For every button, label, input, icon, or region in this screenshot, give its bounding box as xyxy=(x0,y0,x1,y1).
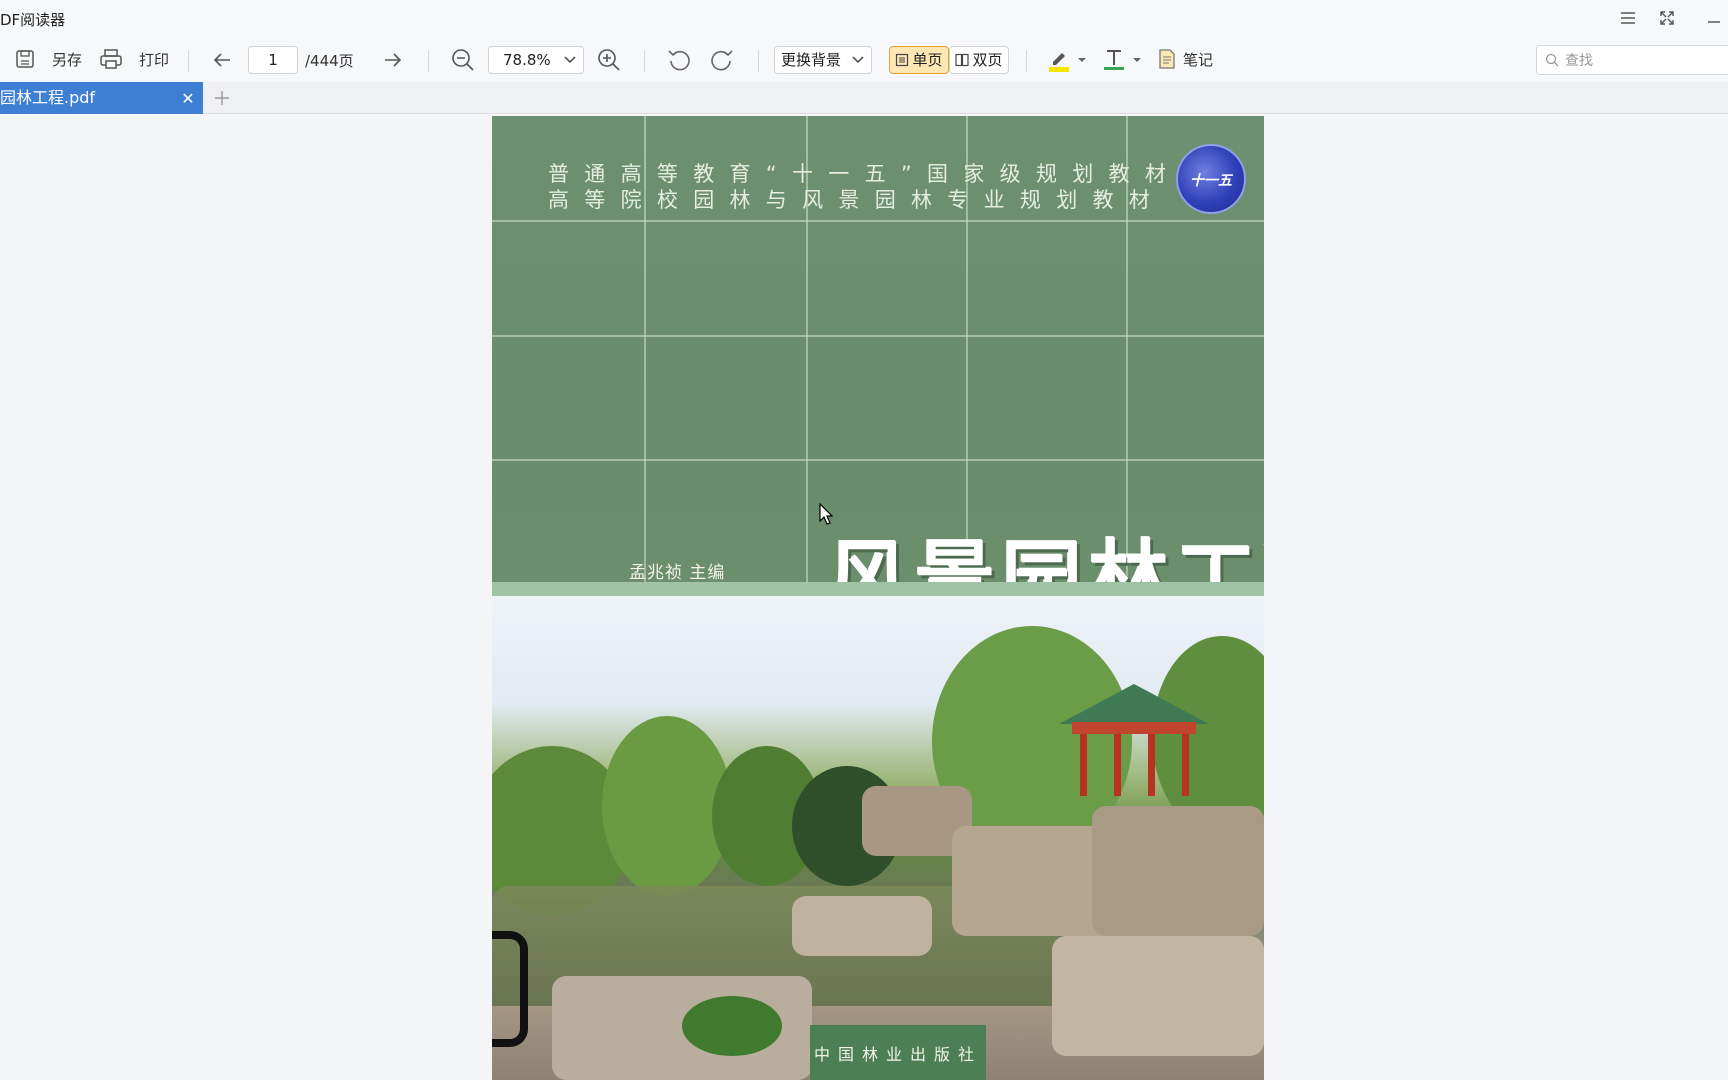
zoom-out-button[interactable] xyxy=(451,48,475,72)
search-input[interactable]: 查找 xyxy=(1536,45,1728,75)
highlighter-icon xyxy=(1047,47,1071,73)
rotate-right-icon xyxy=(710,48,734,72)
note-icon xyxy=(1157,48,1177,70)
author: 孟兆祯 主编 xyxy=(629,563,726,583)
zoom-out-icon xyxy=(451,48,475,72)
notes-button[interactable]: 笔记 xyxy=(1157,48,1213,70)
caret-down-icon[interactable] xyxy=(1132,56,1142,64)
tab-label: 园林工程.pdf xyxy=(0,88,96,107)
pavilion-band xyxy=(1072,722,1196,734)
notes-label: 笔记 xyxy=(1183,50,1214,69)
caret-down-icon[interactable] xyxy=(1077,56,1087,64)
title-bar: DF阅读器 xyxy=(0,0,1728,38)
menu-icon[interactable] xyxy=(1616,6,1640,30)
rock xyxy=(1092,806,1264,936)
save-icon xyxy=(14,48,36,70)
page-number-input[interactable]: 1 xyxy=(248,46,298,74)
double-page-button[interactable]: 双页 xyxy=(949,46,1009,74)
rotate-left-icon xyxy=(667,48,691,72)
text-color-button[interactable] xyxy=(1102,47,1142,73)
text-format-icon xyxy=(1102,47,1126,73)
toolbar-divider xyxy=(188,50,189,72)
cover-band xyxy=(492,582,1264,596)
single-page-label: 单页 xyxy=(912,51,943,69)
cover-photo xyxy=(492,596,1264,1080)
rotate-right-button[interactable] xyxy=(710,48,734,72)
pavilion-pillar xyxy=(1114,734,1121,796)
shrub xyxy=(682,996,782,1056)
series-line-2: 高等院校园林与风景园林专业规划教材 xyxy=(548,188,1166,212)
printer-icon xyxy=(99,48,123,70)
single-page-icon xyxy=(895,53,909,67)
arrow-left-icon xyxy=(211,49,233,71)
search-placeholder: 查找 xyxy=(1565,53,1593,69)
pdf-page: 普通高等教育“十一五”国家级规划教材 高等院校园林与风景园林专业规划教材 十一五… xyxy=(492,116,1264,1080)
zoom-in-button[interactable] xyxy=(597,48,621,72)
zoom-value: 78.8% xyxy=(503,51,551,69)
toolbar-divider xyxy=(644,50,645,72)
prev-page-button[interactable] xyxy=(211,49,233,71)
close-icon[interactable]: ✕ xyxy=(178,82,198,114)
pavilion-pillar xyxy=(1148,734,1155,796)
save-as-button[interactable]: 另存 xyxy=(14,48,82,70)
background-label: 更换背景 xyxy=(781,51,842,69)
grid-line xyxy=(492,220,1264,222)
library-stamp-bracket xyxy=(492,931,528,1047)
background-select[interactable]: 更换背景 xyxy=(774,46,872,74)
rock xyxy=(1052,936,1264,1056)
double-page-icon xyxy=(955,53,970,67)
toolbar-divider xyxy=(758,50,759,72)
save-as-label: 另存 xyxy=(52,50,83,69)
print-button[interactable]: 打印 xyxy=(99,48,169,70)
zoom-select[interactable]: 78.8% xyxy=(488,46,584,74)
single-page-button[interactable]: 单页 xyxy=(889,46,949,74)
tab-document[interactable]: 园林工程.pdf xyxy=(0,82,203,114)
print-label: 打印 xyxy=(139,50,170,69)
grid-line xyxy=(492,335,1264,337)
double-page-label: 双页 xyxy=(972,51,1003,69)
pavilion-pillar xyxy=(1182,734,1189,796)
cover-top-panel: 普通高等教育“十一五”国家级规划教材 高等院校园林与风景园林专业规划教材 十一五… xyxy=(492,116,1264,625)
minimize-button[interactable] xyxy=(1702,6,1726,30)
zoom-in-icon xyxy=(597,48,621,72)
series-logo: 十一五 xyxy=(1176,144,1246,214)
pavilion-pillar xyxy=(1080,734,1087,796)
toolbar: 另存 打印 1 /444页 78.8% 更换背景 单页 双页 笔记 查找 xyxy=(0,38,1728,82)
next-page-button[interactable] xyxy=(382,49,404,71)
toolbar-divider xyxy=(1026,50,1027,72)
document-viewport[interactable]: 普通高等教育“十一五”国家级规划教材 高等院校园林与风景园林专业规划教材 十一五… xyxy=(0,114,1728,1080)
chevron-down-icon xyxy=(851,52,865,66)
rock xyxy=(792,896,932,956)
tab-bar: 园林工程.pdf ✕ xyxy=(0,82,1728,114)
highlight-button[interactable] xyxy=(1047,47,1087,73)
add-tab-button[interactable] xyxy=(210,86,234,110)
rotate-left-button[interactable] xyxy=(667,48,691,72)
mouse-cursor-icon xyxy=(819,503,833,525)
fullscreen-icon[interactable] xyxy=(1655,6,1679,30)
grid-line xyxy=(492,459,1264,461)
page-total: /444页 xyxy=(305,52,354,70)
toolbar-divider xyxy=(428,50,429,72)
chevron-down-icon xyxy=(563,52,577,66)
arrow-right-icon xyxy=(382,49,404,71)
logo-text: 十一五 xyxy=(1190,173,1232,189)
search-icon xyxy=(1545,53,1559,67)
app-title: DF阅读器 xyxy=(0,11,66,29)
publisher: 中国林业出版社 xyxy=(810,1025,986,1080)
